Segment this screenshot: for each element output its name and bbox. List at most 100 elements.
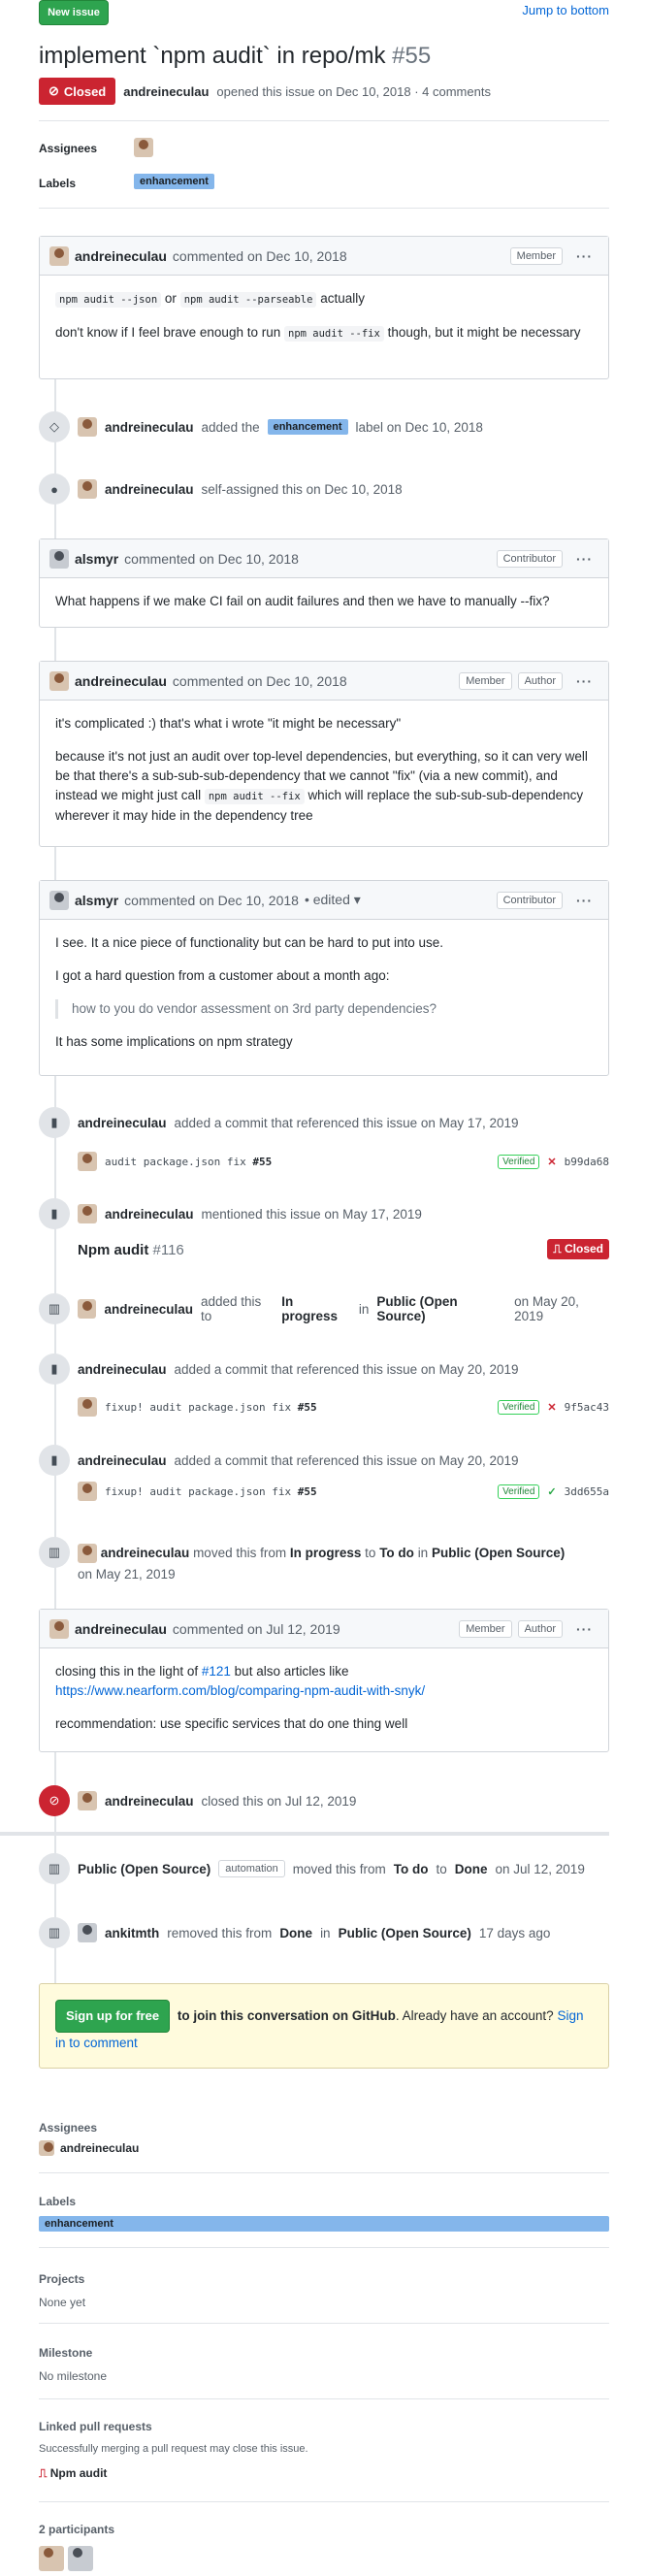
event-actor[interactable]: andreineculau (105, 1794, 194, 1809)
commit-message[interactable]: fixup! audit package.json fix #55 (105, 1401, 317, 1414)
jump-to-bottom-link[interactable]: Jump to bottom (522, 3, 609, 17)
avatar[interactable] (78, 1204, 97, 1223)
event-text: added a commit that referenced this issu… (174, 1361, 519, 1377)
label-enhancement[interactable]: enhancement (134, 174, 214, 189)
event-commit: ▮ andreineculau added a commit that refe… (39, 1445, 609, 1476)
avatar[interactable] (49, 1618, 69, 1639)
edited-dropdown[interactable]: • edited ▾ (305, 892, 361, 908)
avatar[interactable] (78, 479, 97, 499)
comment-body: it's complicated :) that's what i wrote … (40, 701, 608, 839)
event-actor[interactable]: andreineculau (105, 420, 194, 435)
event-actor[interactable]: andreineculau (105, 1207, 194, 1222)
status-failed-icon[interactable]: ✕ (547, 1156, 556, 1168)
avatar[interactable] (78, 1791, 97, 1810)
event-text: in (358, 1301, 370, 1317)
commit-message[interactable]: fixup! audit package.json fix #55 (105, 1485, 317, 1498)
more-options-icon[interactable]: ··· (576, 551, 593, 567)
text: fix (226, 1155, 246, 1168)
event-actor[interactable]: andreineculau (78, 1116, 167, 1130)
comment-author[interactable]: alsmyr (75, 551, 118, 567)
verified-badge[interactable]: Verified (498, 1484, 540, 1499)
comment-author[interactable]: andreineculau (75, 248, 167, 264)
text: recommendation: use specific services th… (55, 1716, 408, 1731)
event-text: moved this from (193, 1546, 287, 1560)
avatar[interactable] (78, 417, 97, 437)
event-actor[interactable]: andreineculau (105, 482, 194, 497)
avatar[interactable] (49, 245, 69, 266)
issue-number: #55 (392, 43, 432, 69)
avatar[interactable] (78, 1923, 97, 1942)
event-actor[interactable]: andreineculau (78, 1453, 167, 1468)
comment-header: alsmyr commented on Dec 10, 2018 Contrib… (40, 539, 608, 578)
avatar[interactable] (78, 1299, 97, 1319)
sidebar-milestone-value: No milestone (39, 2369, 108, 2383)
participant-avatar[interactable] (68, 2546, 93, 2571)
sign-up-button[interactable]: Sign up for free (55, 2000, 171, 2033)
event-text: in (320, 1925, 331, 1940)
issue-title-text: implement `npm audit` in repo/mk (39, 43, 386, 69)
text[interactable]: #55 (298, 1485, 317, 1498)
avatar[interactable] (78, 1544, 97, 1564)
article-link[interactable]: https://www.nearform.com/blog/comparing-… (55, 1683, 425, 1698)
event-actor[interactable]: andreineculau (101, 1546, 190, 1560)
new-issue-button[interactable]: New issue (39, 0, 109, 25)
commit-sha[interactable]: 3dd655a (565, 1485, 609, 1498)
commit-sha[interactable]: 9f5ac43 (565, 1401, 609, 1414)
assignee-name[interactable]: andreineculau (60, 2141, 139, 2155)
project-column: To do (379, 1546, 414, 1560)
commit-sha[interactable]: b99da68 (565, 1156, 609, 1168)
comment-time[interactable]: commented on Dec 10, 2018 (124, 551, 299, 567)
avatar[interactable] (49, 670, 69, 691)
linked-pr[interactable]: ⎍ Npm audit (39, 2466, 107, 2481)
comment-time[interactable]: commented on Dec 10, 2018 (124, 893, 299, 908)
code: npm audit --fix (284, 326, 384, 342)
avatar[interactable] (78, 1152, 97, 1171)
project-name[interactable]: Public (Open Source) (78, 1862, 210, 1876)
event-actor[interactable]: andreineculau (104, 1302, 193, 1317)
comment-author[interactable]: andreineculau (75, 673, 167, 689)
project-name[interactable]: Public (Open Source) (432, 1546, 565, 1560)
sidebar-label-enhancement[interactable]: enhancement (39, 2216, 609, 2232)
avatar[interactable] (39, 2140, 54, 2156)
code: npm audit --parseable (179, 292, 317, 308)
comment-time[interactable]: commented on Dec 10, 2018 (173, 673, 347, 689)
text: it's complicated :) that's what i wrote … (55, 716, 402, 731)
text: Npm audit (78, 1242, 149, 1258)
more-options-icon[interactable]: ··· (576, 673, 593, 689)
project-name[interactable]: Public (Open Source) (339, 1926, 471, 1940)
issue-link[interactable]: #121 (202, 1664, 231, 1679)
project-name[interactable]: Public (Open Source) (376, 1294, 506, 1323)
assignee-avatar[interactable] (134, 138, 153, 157)
avatar[interactable] (49, 890, 69, 910)
text[interactable]: #55 (298, 1401, 317, 1414)
sidebar-assignee[interactable]: andreineculau (39, 2140, 139, 2156)
avatar[interactable] (78, 1397, 97, 1417)
event-actor[interactable]: ankitmth (105, 1926, 159, 1940)
text: but also articles like (234, 1664, 349, 1679)
avatar[interactable] (49, 548, 69, 569)
issue-author[interactable]: andreineculau (123, 84, 209, 99)
status-success-icon[interactable]: ✓ (547, 1485, 556, 1498)
verified-badge[interactable]: Verified (498, 1399, 540, 1415)
label-enhancement[interactable]: enhancement (267, 419, 348, 435)
event-text: self-assigned this on Dec 10, 2018 (201, 481, 403, 497)
referenced-issue-title[interactable]: Npm audit #116 (78, 1242, 184, 1258)
comment-time[interactable]: commented on Jul 12, 2019 (173, 1621, 340, 1637)
status-failed-icon[interactable]: ✕ (547, 1401, 556, 1414)
avatar[interactable] (78, 1482, 97, 1501)
commit-message[interactable]: audit package.json fix #55 (105, 1156, 272, 1168)
event-actor[interactable]: andreineculau (78, 1362, 167, 1377)
linked-pr-title[interactable]: Npm audit (50, 2466, 108, 2480)
more-options-icon[interactable]: ··· (576, 893, 593, 908)
comment-author[interactable]: alsmyr (75, 893, 118, 908)
event-assigned: ● andreineculau self-assigned this on De… (39, 473, 609, 505)
verified-badge[interactable]: Verified (498, 1154, 540, 1169)
comment-time[interactable]: commented on Dec 10, 2018 (173, 248, 347, 264)
participant-avatar[interactable] (39, 2546, 64, 2571)
comment-author[interactable]: andreineculau (75, 1621, 167, 1637)
more-options-icon[interactable]: ··· (576, 248, 593, 264)
more-options-icon[interactable]: ··· (576, 1621, 593, 1637)
comment-2: alsmyr commented on Dec 10, 2018 Contrib… (39, 538, 609, 628)
event-text: on May 20, 2019 (514, 1294, 579, 1323)
text[interactable]: #55 (252, 1156, 272, 1168)
